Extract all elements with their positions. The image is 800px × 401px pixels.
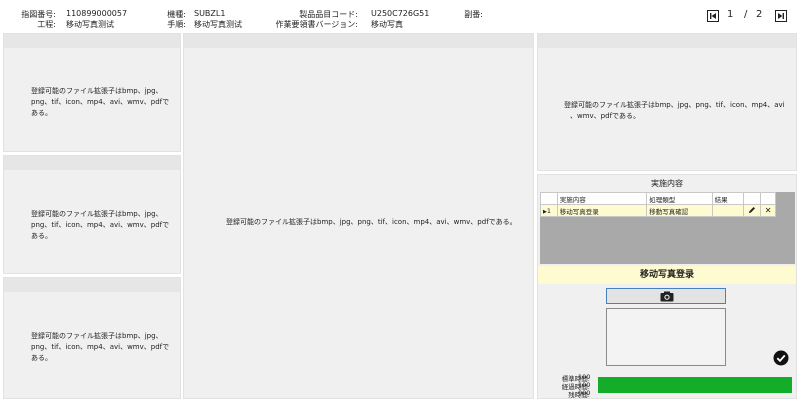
sub-number-label: 副番:: [464, 10, 483, 19]
standard-time-value: 100: [578, 373, 591, 381]
product-code-value: U250C726G51: [371, 9, 430, 18]
panel-header-strip: [4, 156, 180, 170]
process-value: 移动写真测试: [66, 20, 114, 29]
order-number-value: 110899000057: [66, 9, 128, 18]
center-file-panel[interactable]: 登録可能のファイル拡張子はbmp、jpg、png、tif、icon、mp4、av…: [183, 33, 534, 399]
panel-header-strip: [184, 34, 533, 48]
left-file-panel-3[interactable]: 登録可能のファイル拡張子はbmp、jpg、 png、tif、icon、mp4、av…: [3, 277, 181, 399]
last-page-button[interactable]: [775, 10, 787, 22]
column-header-content: 実施内容: [556, 192, 648, 205]
remaining-time-value: 000: [578, 389, 591, 397]
camera-icon: [660, 291, 674, 302]
column-header-result: 結果: [711, 192, 745, 205]
last-page-icon: [778, 13, 784, 19]
pencil-icon: [749, 206, 756, 213]
work-table-header: 実施内容 処理類型 結果: [540, 192, 776, 205]
row-index-header: [540, 192, 558, 205]
left-file-panel-2[interactable]: 登録可能のファイル拡張子はbmp、jpg、 png、tif、icon、mp4、av…: [3, 155, 181, 274]
page-total: 2: [756, 9, 763, 20]
file-extension-note: 登録可能のファイル拡張子はbmp、jpg、png、tif、icon、mp4、av…: [31, 87, 170, 117]
header-bar: 指図番号: 110899000057 工程: 移动写真测试 機種: SUBZL1…: [0, 0, 800, 30]
column-header-edit: [743, 192, 762, 205]
right-file-panel[interactable]: 登録可能のファイル拡張子はbmp、jpg、png、tif、icon、mp4、av…: [537, 33, 797, 171]
file-extension-note: 登録可能のファイル拡張子はbmp、jpg、png、tif、icon、mp4、av…: [31, 210, 170, 240]
work-table-area: 実施内容 処理類型 結果 ▶1 移动写真登录 移動写真確認 ✕: [540, 192, 795, 264]
delete-button[interactable]: ✕: [760, 204, 776, 217]
edit-button[interactable]: [743, 204, 762, 217]
elapsed-time-value: 100: [578, 381, 591, 389]
file-extension-note: 登録可能のファイル拡張子はbmp、jpg、png、tif、icon、mp4、av…: [226, 218, 517, 226]
time-progress-fill: [598, 377, 792, 393]
manual-version-label: 作業要領書バージョン:: [275, 20, 358, 29]
row-result: [711, 204, 745, 217]
row-index: ▶1: [540, 204, 558, 217]
file-extension-note: 登録可能のファイル拡張子はbmp、jpg、png、tif、icon、mp4、av…: [564, 101, 785, 120]
page-current: 1: [727, 9, 734, 20]
first-page-button[interactable]: [707, 10, 719, 22]
manual-version-value: 移动写真: [371, 20, 403, 29]
panel-header-strip: [538, 34, 796, 48]
close-icon: ✕: [764, 206, 772, 215]
photo-preview[interactable]: [606, 308, 726, 366]
page-separator: /: [744, 9, 748, 20]
first-page-icon: [710, 13, 716, 19]
row-content: 移动写真登录: [556, 204, 648, 217]
current-step-banner: 移动写真登录: [538, 266, 796, 284]
left-file-panel-1[interactable]: 登録可能のファイル拡張子はbmp、jpg、 png、tif、icon、mp4、av…: [3, 33, 181, 152]
current-step-title: 移动写真登录: [639, 270, 694, 280]
model-value: SUBZL1: [194, 9, 226, 18]
process-label: 工程:: [37, 20, 56, 29]
work-title: 実施内容: [651, 179, 683, 188]
table-row[interactable]: ▶1 移动写真登录 移動写真確認 ✕: [540, 204, 776, 217]
work-table: 実施内容 処理類型 結果 ▶1 移动写真登录 移動写真確認 ✕: [540, 192, 776, 217]
procedure-label: 手順:: [167, 20, 186, 29]
check-circle-icon: [773, 350, 789, 366]
work-section: 実施内容 実施内容 処理類型 結果 ▶1 移动写真登录 移動写真確認 ✕ 移动写…: [537, 174, 797, 399]
column-header-type: 処理類型: [646, 192, 713, 205]
confirm-button[interactable]: [773, 350, 789, 366]
column-header-delete: [760, 192, 776, 205]
panel-header-strip: [4, 34, 180, 48]
camera-button[interactable]: [606, 288, 726, 304]
time-progress-bar: [598, 377, 792, 393]
panel-header-strip: [4, 278, 180, 292]
procedure-value: 移动写真测试: [194, 20, 242, 29]
file-extension-note: 登録可能のファイル拡張子はbmp、jpg、png、tif、icon、mp4、av…: [31, 332, 170, 362]
row-type: 移動写真確認: [646, 204, 713, 217]
